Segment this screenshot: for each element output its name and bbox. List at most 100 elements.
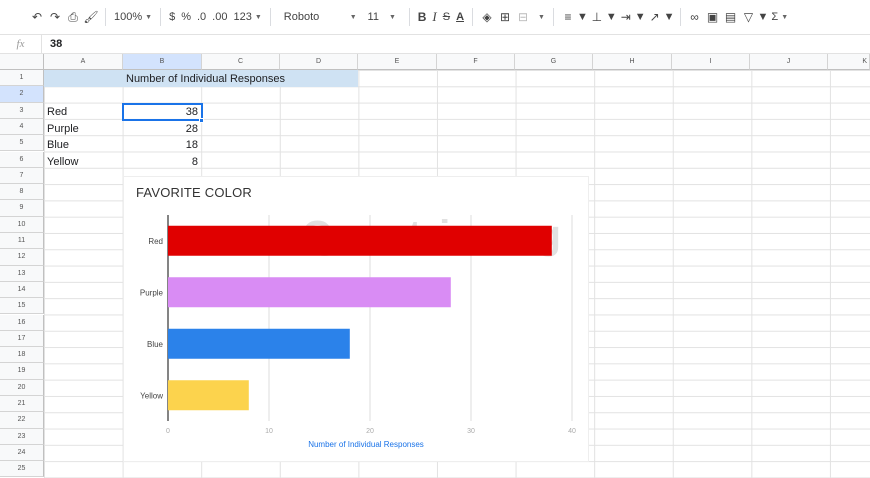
row-header-13[interactable]: 13 — [0, 265, 44, 282]
percent-button[interactable]: % — [178, 6, 194, 28]
cell-a3[interactable]: Purple — [44, 121, 123, 137]
cell-b1[interactable]: Number of Individual Responses — [123, 71, 285, 87]
bar-red[interactable] — [168, 225, 552, 256]
cell-a4[interactable]: Blue — [44, 137, 123, 153]
x-tick-label: 10 — [265, 428, 273, 435]
row-header-24[interactable]: 24 — [0, 444, 44, 462]
insert-link-icon[interactable]: ∞ — [686, 6, 704, 28]
row-header-15[interactable]: 15 — [0, 298, 44, 315]
row-header-7[interactable]: 7 — [0, 167, 44, 185]
merge-cells-icon[interactable]: ⊟ — [514, 6, 532, 28]
row-header-12[interactable]: 12 — [0, 249, 44, 266]
toolbar-separator — [472, 8, 474, 26]
undo-icon[interactable]: ↶ — [28, 6, 46, 28]
cell-a5[interactable]: Yellow — [44, 154, 123, 170]
italic-button[interactable]: I — [429, 6, 439, 28]
row-header-25[interactable]: 25 — [0, 461, 44, 478]
row-header-11[interactable]: 11 — [0, 233, 44, 250]
borders-icon[interactable]: ⊞ — [496, 6, 514, 28]
row-header-22[interactable]: 22 — [0, 412, 44, 429]
text-wrapping-icon[interactable]: ⇥ — [617, 6, 635, 28]
column-header-g[interactable]: G — [515, 54, 593, 70]
bar-blue[interactable] — [168, 328, 350, 359]
filter-icon[interactable]: ▽ — [740, 6, 758, 28]
merge-caret[interactable]: ▼ — [532, 6, 548, 28]
x-tick-label: 40 — [568, 428, 576, 435]
cell-a2[interactable]: Red — [44, 104, 123, 120]
insert-chart-icon[interactable]: ▤ — [722, 6, 740, 28]
category-label: Red — [148, 237, 163, 246]
column-header-h[interactable]: H — [593, 54, 672, 70]
print-icon[interactable]: ⎙ — [64, 6, 82, 28]
column-header-d[interactable]: D — [280, 54, 358, 70]
toolbar-separator — [552, 8, 554, 26]
increase-decimals-button[interactable]: .00 — [209, 6, 230, 28]
text-rotation-icon[interactable]: ↗ — [646, 6, 664, 28]
column-header-k[interactable]: K — [828, 54, 870, 70]
row-header-19[interactable]: 19 — [0, 363, 44, 380]
currency-button[interactable]: $ — [166, 6, 178, 28]
paint-format-icon[interactable]: 🖌︎ — [82, 6, 100, 28]
x-tick-label: 30 — [467, 428, 475, 435]
zoom-select[interactable]: 100% ▼ — [111, 6, 155, 28]
row-header-23[interactable]: 23 — [0, 428, 44, 445]
bar-purple[interactable] — [168, 277, 451, 308]
more-formats-select[interactable]: 123 ▼ — [230, 6, 264, 28]
fx-icon: fx — [0, 35, 42, 53]
insert-comment-icon[interactable]: ▣ — [704, 6, 722, 28]
horizontal-align-icon[interactable]: ≡ — [559, 6, 577, 28]
row-header-17[interactable]: 17 — [0, 330, 44, 348]
row-header-10[interactable]: 10 — [0, 216, 44, 233]
category-label: Blue — [147, 340, 164, 349]
column-header-a[interactable]: A — [44, 54, 123, 70]
row-header-14[interactable]: 14 — [0, 281, 44, 299]
vertical-align-icon[interactable]: ⊥ — [588, 6, 606, 28]
font-select-caret[interactable]: ▼ — [344, 6, 360, 28]
formula-input[interactable]: 38 — [42, 38, 62, 50]
row-header-2[interactable]: 2 — [0, 86, 44, 103]
bar-yellow[interactable] — [168, 380, 249, 411]
functions-button[interactable]: Σ ▼ — [768, 6, 791, 28]
x-tick-label: 20 — [366, 428, 374, 435]
fill-handle[interactable] — [199, 118, 204, 123]
cell-b5[interactable]: 8 — [123, 154, 202, 170]
category-label: Purple — [140, 288, 164, 297]
row-header-3[interactable]: 3 — [0, 102, 44, 119]
font-select[interactable]: Roboto — [276, 6, 344, 28]
row-header-20[interactable]: 20 — [0, 379, 44, 396]
column-header-j[interactable]: J — [750, 54, 828, 70]
select-all-corner[interactable] — [0, 54, 44, 70]
decrease-decimals-button[interactable]: .0 — [194, 6, 209, 28]
toolbar-separator — [679, 8, 681, 26]
toolbar-separator — [269, 8, 271, 26]
fill-color-icon[interactable]: ◈ — [478, 6, 496, 28]
column-header-e[interactable]: E — [358, 54, 437, 70]
toolbar-separator — [408, 8, 410, 26]
row-header-16[interactable]: 16 — [0, 314, 44, 331]
row-header-18[interactable]: 18 — [0, 347, 44, 364]
x-tick-label: 0 — [166, 428, 170, 435]
redo-icon[interactable]: ↷ — [46, 6, 64, 28]
cell-b4[interactable]: 18 — [123, 137, 202, 153]
column-header-f[interactable]: F — [437, 54, 515, 70]
font-size-select[interactable]: 11 ▼ — [360, 6, 404, 28]
strikethrough-button[interactable]: S — [440, 6, 453, 28]
row-header-21[interactable]: 21 — [0, 396, 44, 413]
bold-button[interactable]: B — [415, 6, 430, 28]
row-header-4[interactable]: 4 — [0, 118, 44, 136]
active-cell-selection[interactable] — [122, 103, 203, 121]
chart-plot: 0 10 20 30 40 Red Purple Blue Yellow Number of In… — [140, 215, 576, 449]
column-header-c[interactable]: C — [202, 54, 280, 70]
row-header-6[interactable]: 6 — [0, 151, 44, 168]
text-color-button[interactable]: A — [453, 6, 467, 28]
spreadsheet-grid: A B C D E F G H I J K 1 2 3 4 5 6 7 8 9 10 11 12 13 1… — [0, 54, 870, 478]
row-header-9[interactable]: 9 — [0, 200, 44, 217]
bar-chart[interactable]: FAVORITE COLOR Quantrimang 010203040RedP… — [124, 177, 588, 461]
column-header-b[interactable]: B — [123, 54, 202, 70]
row-header-5[interactable]: 5 — [0, 135, 44, 152]
row-header-1[interactable]: 1 — [0, 70, 44, 87]
column-header-i[interactable]: I — [672, 54, 750, 70]
formula-bar: fx 38 — [0, 34, 870, 54]
row-header-8[interactable]: 8 — [0, 184, 44, 201]
cell-b3[interactable]: 28 — [123, 121, 202, 137]
